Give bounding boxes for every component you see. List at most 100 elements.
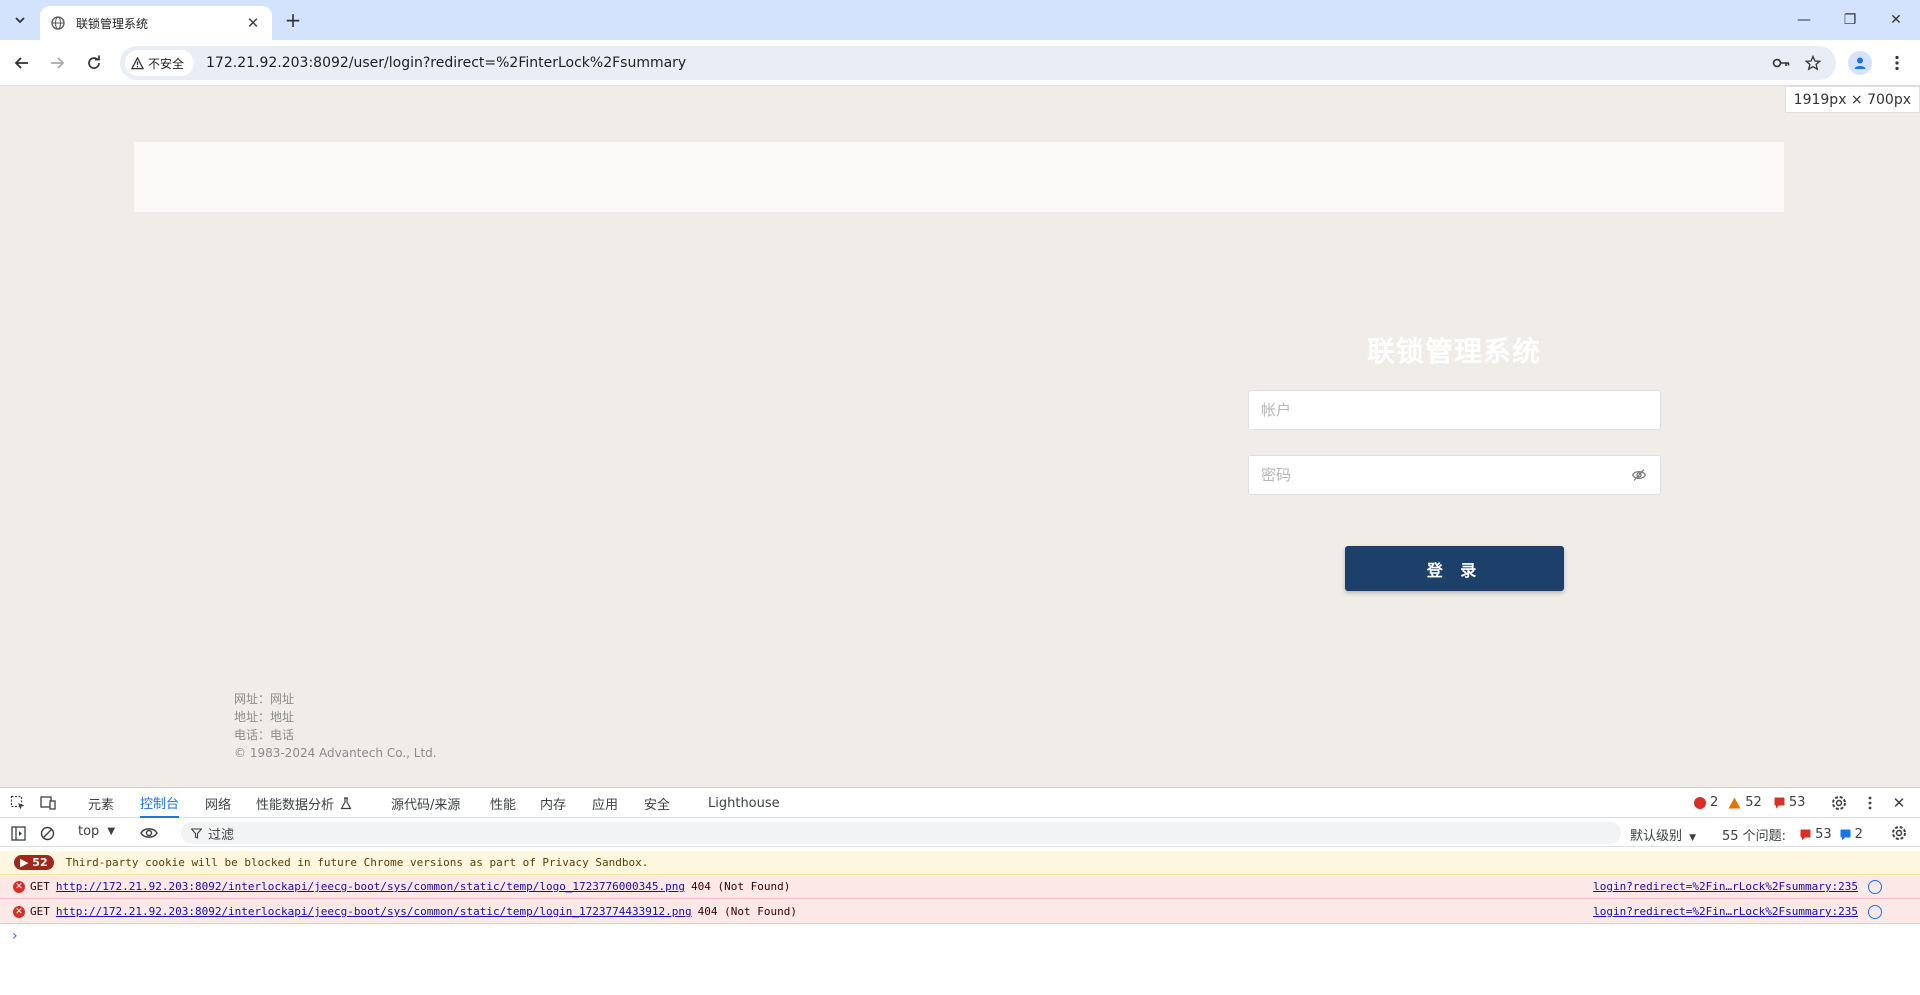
issues-red-count: 53 [1815, 827, 1832, 842]
devtools-tab-network[interactable]: 网络 [205, 788, 231, 818]
info-flag-icon [1840, 829, 1851, 840]
issues-blue-count: 2 [1854, 827, 1863, 842]
console-filter-bar: top ▼ 过滤 默认级别 ▼ 55 个问题: 53 2 [0, 819, 1920, 847]
issue-flag-icon [1774, 797, 1785, 808]
reload-button[interactable] [82, 51, 106, 75]
context-selector[interactable]: top ▼ [78, 824, 115, 839]
devtools-settings-icon[interactable] [1830, 794, 1848, 812]
network-globe-icon[interactable] [1868, 904, 1882, 919]
devtools-tab-console[interactable]: 控制台 [140, 788, 180, 818]
issues-counter[interactable]: 55 个问题: 53 2 [1722, 825, 1863, 844]
eye-off-icon[interactable] [1630, 466, 1648, 484]
window-close-icon[interactable]: ✕ [1873, 0, 1919, 40]
warning-count: 52 [1745, 795, 1762, 810]
browser-tab[interactable]: 联锁管理系统 ✕ [40, 6, 272, 40]
device-toggle-icon[interactable] [39, 794, 57, 812]
devtools-tab-security[interactable]: 安全 [644, 788, 670, 818]
filter-placeholder: 过滤 [208, 827, 235, 843]
security-chip[interactable]: 不安全 [125, 50, 195, 76]
sidebar-toggle-icon[interactable] [9, 824, 27, 842]
password-input[interactable] [1261, 466, 1630, 484]
new-tab-button[interactable]: + [281, 8, 305, 32]
arrow-right-icon [51, 57, 65, 69]
tab-strip: 联锁管理系统 ✕ + — ❐ ✕ [0, 0, 1920, 40]
address-bar[interactable]: 不安全 172.21.92.203:8092/user/login?redire… [120, 46, 1836, 80]
back-button[interactable] [10, 51, 34, 75]
header-banner [134, 142, 1784, 212]
url-text[interactable]: 172.21.92.203:8092/user/login?redirect=%… [206, 55, 686, 71]
tab-close-icon[interactable]: ✕ [244, 14, 262, 32]
error-count: 2 [1710, 795, 1719, 810]
minimize-icon[interactable]: — [1781, 0, 1827, 40]
log-level-label: 默认级别 [1630, 829, 1683, 844]
console-message-warning[interactable]: ▶ 52 Third-party cookie will be blocked … [0, 851, 1920, 875]
warning-icon [131, 56, 144, 69]
devtools-tab-performance-insights[interactable]: 性能数据分析 [256, 788, 352, 818]
security-label: 不安全 [148, 56, 185, 71]
browser-menu-button[interactable] [1885, 51, 1909, 75]
footer-website: 网址：网址 [234, 692, 295, 706]
footer-phone: 电话：电话 [234, 728, 295, 742]
http-status: 404 (Not Found) [697, 905, 797, 918]
username-field[interactable] [1248, 390, 1661, 430]
devtools-more-icon[interactable] [1861, 794, 1879, 812]
filter-icon [191, 827, 202, 839]
footer-address: 地址：地址 [234, 710, 295, 724]
devtools-tab-elements[interactable]: 元素 [88, 788, 114, 818]
globe-icon [50, 15, 66, 31]
clear-console-icon[interactable] [38, 824, 56, 842]
username-input[interactable] [1261, 401, 1648, 419]
request-url-link[interactable]: http://172.21.92.203:8092/interlockapi/j… [56, 880, 685, 893]
footer-copyright: © 1983-2024 Advantech Co., Ltd. [234, 746, 437, 760]
more-vertical-icon [1895, 55, 1899, 71]
context-label: top [78, 824, 100, 839]
password-field[interactable] [1248, 455, 1661, 495]
request-url-link[interactable]: http://172.21.92.203:8092/interlockapi/j… [56, 905, 692, 918]
devtools-tab-performance[interactable]: 性能 [490, 788, 516, 818]
bookmark-star-icon[interactable] [1804, 54, 1822, 72]
viewport-size-badge: 1919px × 700px [1784, 86, 1920, 113]
profile-avatar[interactable] [1848, 51, 1872, 75]
devtools-tab-memory[interactable]: 内存 [540, 788, 566, 818]
source-link[interactable]: login?redirect=%2Fin…rLock%2Fsummary:235 [1593, 880, 1858, 893]
devtools-tab-bar: 元素 控制台 网络 性能数据分析 源代码/来源 性能 内存 应用 安全 Ligh… [0, 788, 1920, 818]
restore-icon[interactable]: ❐ [1827, 0, 1873, 40]
flask-icon [340, 796, 352, 809]
tab-search-button[interactable] [8, 8, 32, 32]
arrow-left-icon [14, 57, 28, 69]
devtools-tab-sources[interactable]: 源代码/来源 [391, 788, 460, 818]
error-icon: ✕ [13, 905, 25, 918]
http-method: GET [30, 905, 50, 918]
http-method: GET [30, 880, 50, 893]
eye-icon[interactable] [140, 824, 158, 842]
login-title: 联锁管理系统 [1366, 335, 1541, 368]
network-globe-icon[interactable] [1868, 879, 1882, 894]
http-status: 404 (Not Found) [691, 880, 791, 893]
console-message-error[interactable]: ✕ GET http://172.21.92.203:8092/interloc… [0, 875, 1920, 899]
message-text: Third-party cookie will be blocked in fu… [65, 856, 649, 869]
devtools-error-warning-counts[interactable]: 2 52 53 [1694, 795, 1805, 810]
devtools-tab-application[interactable]: 应用 [592, 788, 618, 818]
devtools-close-icon[interactable]: ✕ [1890, 794, 1908, 812]
reload-icon [88, 55, 100, 69]
tab-title: 联锁管理系统 [76, 16, 149, 31]
inspect-element-icon[interactable] [9, 794, 27, 812]
issues-label: 55 个问题: [1722, 829, 1787, 844]
warning-icon [1728, 797, 1741, 808]
devtools-tab-lighthouse[interactable]: Lighthouse [708, 788, 780, 818]
forward-button[interactable] [45, 51, 69, 75]
console-filter-input[interactable]: 过滤 [181, 822, 1621, 844]
error-icon: ✕ [13, 880, 25, 893]
person-icon [1854, 57, 1866, 69]
console-settings-icon[interactable] [1890, 824, 1908, 842]
devtools-tab-performance-insights-label: 性能数据分析 [256, 797, 335, 813]
issue-count: 53 [1788, 795, 1806, 810]
key-icon[interactable] [1772, 54, 1790, 72]
login-button[interactable]: 登 录 [1345, 546, 1564, 591]
repeat-count-badge: ▶ 52 [14, 855, 54, 870]
source-link[interactable]: login?redirect=%2Fin…rLock%2Fsummary:235 [1593, 905, 1858, 918]
log-level-selector[interactable]: 默认级别 ▼ [1630, 825, 1696, 844]
console-message-error[interactable]: ✕ GET http://172.21.92.203:8092/interloc… [0, 900, 1920, 924]
devtools-panel: 元素 控制台 网络 性能数据分析 源代码/来源 性能 内存 应用 安全 Ligh… [0, 787, 1920, 995]
console-prompt[interactable]: › [12, 928, 18, 944]
